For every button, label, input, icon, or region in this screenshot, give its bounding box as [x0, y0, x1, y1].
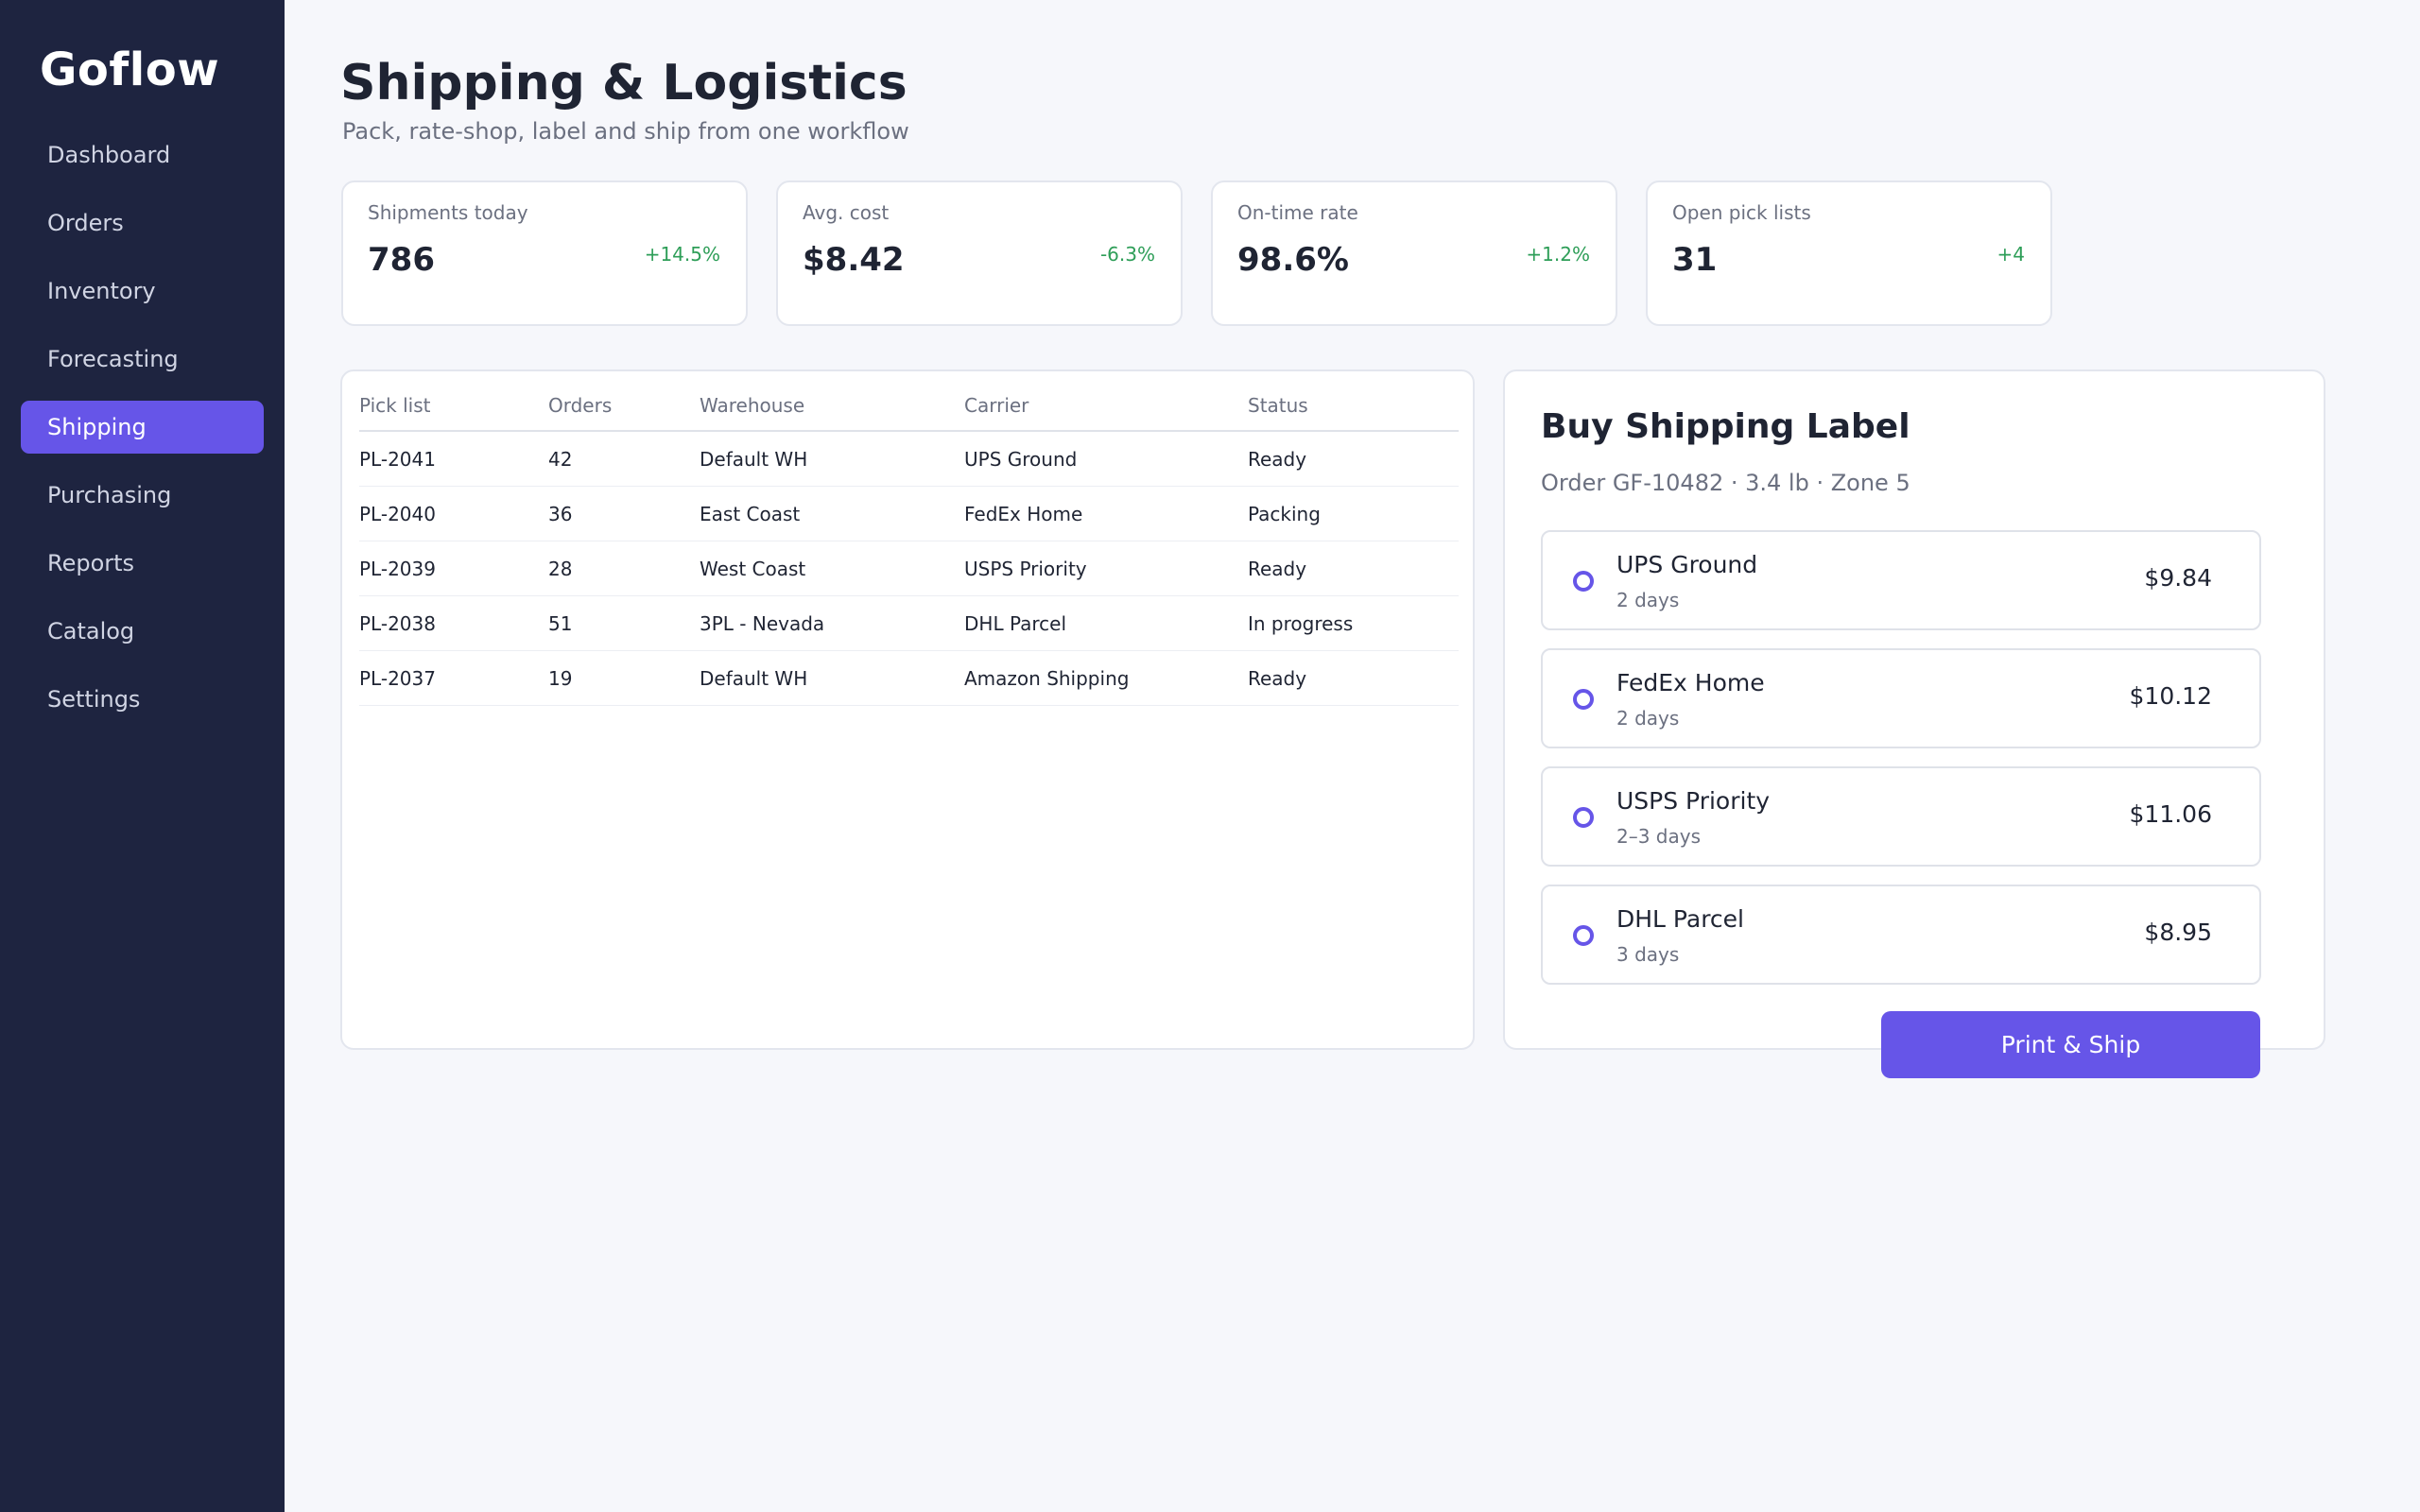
rate-eta: 2 days — [1616, 707, 1680, 730]
sidebar-item-catalog[interactable]: Catalog — [21, 605, 264, 658]
print-and-ship-button[interactable]: Print & Ship — [1881, 1011, 2260, 1078]
cell-warehouse: East Coast — [700, 502, 801, 525]
kpi-delta: -6.3% — [1099, 243, 1155, 266]
cell-warehouse: Default WH — [700, 447, 808, 471]
cell-warehouse: West Coast — [700, 557, 806, 580]
pick-list-table-card: Pick list Orders Warehouse Carrier Statu… — [340, 369, 1475, 1050]
sidebar-item-purchasing[interactable]: Purchasing — [21, 469, 264, 522]
rate-carrier: USPS Priority — [1616, 787, 1771, 815]
rate-carrier: FedEx Home — [1616, 669, 1765, 696]
cell-status: In progress — [1248, 611, 1354, 635]
rate-option-usps-priority[interactable]: USPS Priority 2–3 days $11.06 — [1541, 766, 2261, 867]
sidebar: Goflow Dashboard Orders Inventory Foreca… — [0, 0, 285, 1512]
rate-price: $8.95 — [2144, 919, 2212, 946]
rate-eta: 2 days — [1616, 589, 1680, 611]
kpi-value: 31 — [1672, 241, 1718, 279]
rate-eta: 2–3 days — [1616, 825, 1702, 848]
cell-status: Ready — [1248, 557, 1307, 580]
rate-option-fedex-home[interactable]: FedEx Home 2 days $10.12 — [1541, 648, 2261, 748]
kpi-label: Avg. cost — [803, 201, 890, 224]
rate-carrier: UPS Ground — [1616, 551, 1758, 578]
cell-warehouse: 3PL - Nevada — [700, 611, 825, 635]
cell-carrier: DHL Parcel — [964, 611, 1066, 635]
rate-price: $10.12 — [2129, 682, 2212, 710]
table-row[interactable]: PL-2037 19 Default WH Amazon Shipping Re… — [359, 651, 1459, 706]
kpi-card-on-time-rate: On-time rate 98.6% +1.2% — [1211, 180, 1617, 326]
cell-status: Ready — [1248, 447, 1307, 471]
app-logo: Goflow — [40, 43, 220, 96]
table-row[interactable]: PL-2041 42 Default WH UPS Ground Ready — [359, 432, 1459, 487]
sidebar-item-reports[interactable]: Reports — [21, 537, 264, 590]
sidebar-item-settings[interactable]: Settings — [21, 673, 264, 726]
kpi-value: $8.42 — [803, 241, 905, 279]
column-header-status[interactable]: Status — [1248, 394, 1459, 417]
page-title: Shipping & Logistics — [340, 55, 908, 112]
sidebar-item-dashboard[interactable]: Dashboard — [21, 129, 264, 181]
table-row[interactable]: PL-2038 51 3PL - Nevada DHL Parcel In pr… — [359, 596, 1459, 651]
kpi-card-open-pick-lists: Open pick lists 31 +4 — [1646, 180, 2052, 326]
rate-eta: 3 days — [1616, 943, 1680, 966]
kpi-label: On-time rate — [1237, 201, 1358, 224]
cell-pick-list: PL-2040 — [359, 502, 436, 525]
cell-orders: 42 — [548, 447, 573, 471]
sidebar-nav: Dashboard Orders Inventory Forecasting S… — [21, 129, 264, 741]
order-summary: Order GF-10482 · 3.4 lb · Zone 5 — [1541, 470, 1910, 496]
buy-shipping-label-panel: Buy Shipping Label Order GF-10482 · 3.4 … — [1503, 369, 2325, 1050]
cell-pick-list: PL-2038 — [359, 611, 436, 635]
table-header-row: Pick list Orders Warehouse Carrier Statu… — [359, 390, 1459, 432]
kpi-card-avg-cost: Avg. cost $8.42 -6.3% — [776, 180, 1183, 326]
cell-carrier: UPS Ground — [964, 447, 1078, 471]
cell-orders: 28 — [548, 557, 573, 580]
radio-button[interactable] — [1573, 689, 1594, 710]
kpi-delta: +1.2% — [1526, 243, 1590, 266]
cell-warehouse: Default WH — [700, 666, 808, 690]
column-header-warehouse[interactable]: Warehouse — [700, 394, 964, 417]
cell-carrier: Amazon Shipping — [964, 666, 1130, 690]
kpi-delta: +4 — [1996, 243, 2025, 266]
sidebar-item-forecasting[interactable]: Forecasting — [21, 333, 264, 386]
cell-orders: 51 — [548, 611, 573, 635]
cell-carrier: USPS Priority — [964, 557, 1087, 580]
pick-list-table: Pick list Orders Warehouse Carrier Statu… — [359, 390, 1459, 706]
kpi-label: Open pick lists — [1672, 201, 1811, 224]
rate-option-ups-ground[interactable]: UPS Ground 2 days $9.84 — [1541, 530, 2261, 630]
rate-price: $9.84 — [2144, 564, 2212, 592]
kpi-label: Shipments today — [368, 201, 528, 224]
cell-pick-list: PL-2037 — [359, 666, 436, 690]
sidebar-item-inventory[interactable]: Inventory — [21, 265, 264, 318]
panel-title: Buy Shipping Label — [1541, 407, 1910, 446]
cell-orders: 19 — [548, 666, 573, 690]
rate-carrier: DHL Parcel — [1616, 905, 1744, 933]
column-header-pick-list[interactable]: Pick list — [359, 394, 548, 417]
page-subtitle: Pack, rate-shop, label and ship from one… — [342, 118, 909, 145]
radio-button[interactable] — [1573, 807, 1594, 828]
kpi-value: 786 — [368, 241, 435, 279]
radio-button[interactable] — [1573, 925, 1594, 946]
cell-carrier: FedEx Home — [964, 502, 1083, 525]
sidebar-item-orders[interactable]: Orders — [21, 197, 264, 249]
cell-status: Ready — [1248, 666, 1307, 690]
sidebar-item-shipping[interactable]: Shipping — [21, 401, 264, 454]
cell-pick-list: PL-2039 — [359, 557, 436, 580]
kpi-card-shipments-today: Shipments today 786 +14.5% — [341, 180, 748, 326]
column-header-carrier[interactable]: Carrier — [964, 394, 1248, 417]
rate-price: $11.06 — [2129, 800, 2212, 828]
cell-pick-list: PL-2041 — [359, 447, 436, 471]
table-row[interactable]: PL-2040 36 East Coast FedEx Home Packing — [359, 487, 1459, 541]
column-header-orders[interactable]: Orders — [548, 394, 700, 417]
cell-status: Packing — [1248, 502, 1321, 525]
table-row[interactable]: PL-2039 28 West Coast USPS Priority Read… — [359, 541, 1459, 596]
cell-orders: 36 — [548, 502, 573, 525]
kpi-value: 98.6% — [1237, 241, 1349, 279]
radio-button[interactable] — [1573, 571, 1594, 592]
rate-option-dhl-parcel[interactable]: DHL Parcel 3 days $8.95 — [1541, 885, 2261, 985]
kpi-delta: +14.5% — [644, 243, 720, 266]
